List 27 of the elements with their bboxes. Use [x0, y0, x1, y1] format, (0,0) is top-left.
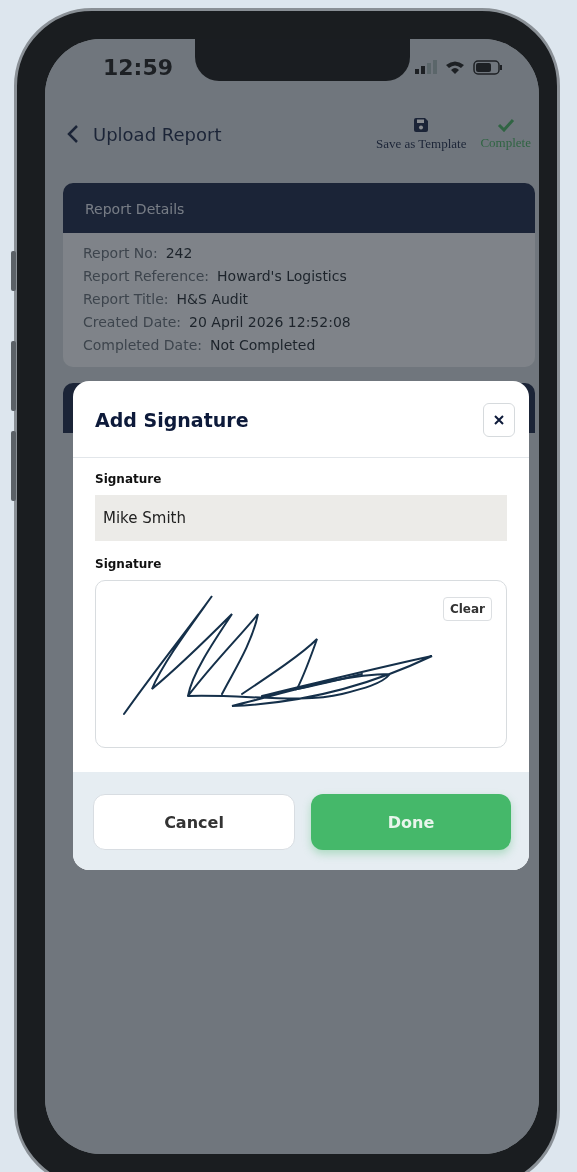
signature-pad[interactable]: Clear [95, 580, 507, 748]
detail-label: Report Title: [83, 291, 169, 307]
detail-value: 242 [165, 245, 193, 261]
detail-value: H&S Audit [176, 291, 249, 307]
detail-label: Created Date: [83, 314, 182, 330]
detail-label: Report Reference: [83, 268, 210, 284]
field-label: Signature [95, 557, 163, 571]
back-icon[interactable] [67, 124, 79, 144]
detail-value: 20 April 2026 12:52:08 [189, 314, 351, 330]
wifi-icon [445, 59, 465, 75]
page-title: Upload Report [93, 123, 222, 145]
battery-icon [473, 59, 503, 75]
cancel-button[interactable]: Cancel [93, 794, 295, 850]
signal-icon [415, 60, 437, 74]
detail-label: Report No: [83, 245, 158, 261]
detail-value: Howard's Logistics [217, 268, 347, 284]
close-button[interactable] [483, 403, 515, 437]
field-label: Signature [95, 472, 163, 486]
checkmark-icon [496, 117, 515, 132]
clear-button[interactable]: Clear [442, 597, 492, 621]
dialog-title: Add Signature [95, 409, 249, 431]
signature-name-field[interactable]: Mike Smith [95, 495, 507, 541]
detail-label: Completed Date: [83, 337, 202, 353]
close-icon [494, 415, 504, 425]
detail-value: Not Completed [210, 337, 316, 353]
status-time: 12:59 [103, 54, 174, 80]
card-title: Report Details [85, 201, 185, 217]
